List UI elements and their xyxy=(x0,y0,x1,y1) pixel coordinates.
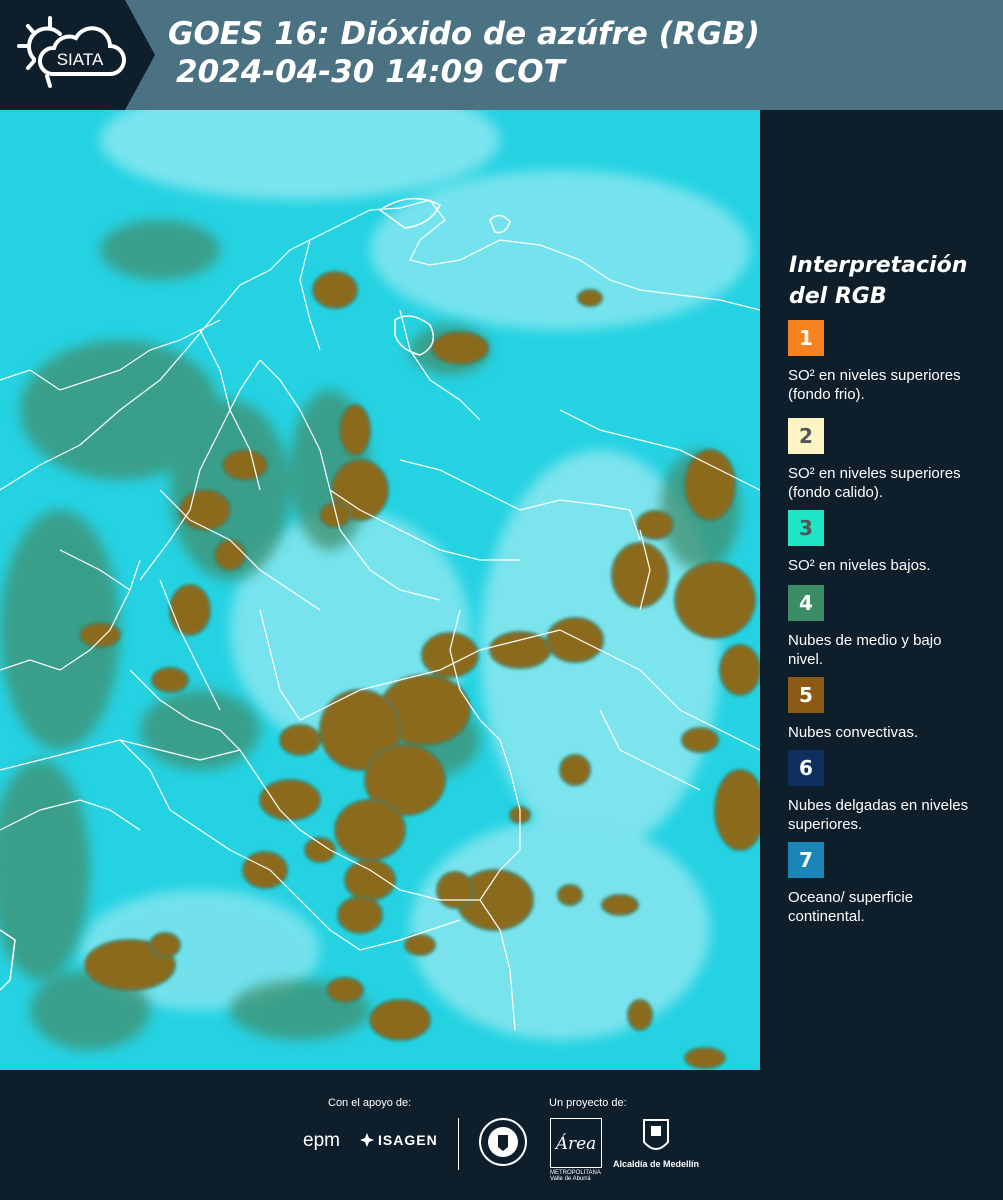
siata-logo[interactable]: SIATA xyxy=(0,0,155,110)
area-metropolitana-logo: Área xyxy=(550,1118,602,1168)
satellite-map[interactable] xyxy=(0,110,760,1070)
alcaldia-crest-icon xyxy=(643,1119,669,1150)
legend-title: Interpretación del RGB xyxy=(789,253,968,309)
legend-label: SO² en niveles bajos. xyxy=(788,557,931,574)
svg-text:Área: Área xyxy=(554,1133,597,1154)
page-title: GOES 16: Dióxido de azúfre (RGB) xyxy=(168,16,760,52)
legend-label: Oceano/ superficie continental. xyxy=(788,889,914,925)
legend-swatch: 3 xyxy=(788,510,824,546)
legend-panel: Interpretación del RGB 1 SO² en niveles … xyxy=(760,110,1003,1070)
sun-cloud-icon: SIATA xyxy=(17,16,126,88)
legend-item-2: 2 SO² en niveles superiores (fondo calid… xyxy=(788,418,988,502)
legend-item-3: 3 SO² en niveles bajos. xyxy=(788,510,988,575)
project-label: Un proyecto de: xyxy=(549,1097,627,1109)
legend-label: Nubes delgadas en niveles superiores. xyxy=(788,797,969,833)
legend-swatch: 6 xyxy=(788,750,824,786)
legend-swatch: 4 xyxy=(788,585,824,621)
legend-swatch: 1 xyxy=(788,320,824,356)
legend-label: SO² en niveles superiores (fondo calido)… xyxy=(788,465,961,501)
isagen-logo: ISAGEN xyxy=(360,1132,438,1148)
footer-divider xyxy=(458,1118,459,1170)
legend-item-6: 6 Nubes delgadas en niveles superiores. xyxy=(788,750,988,834)
legend-label: SO² en niveles superiores (fondo frio). xyxy=(788,367,961,403)
legend-label: Nubes de medio y bajo nivel. xyxy=(788,632,942,668)
legend-item-1: 1 SO² en niveles superiores (fondo frio)… xyxy=(788,320,988,404)
support-label: Con el apoyo de: xyxy=(328,1097,412,1109)
medellin-seal-icon xyxy=(479,1118,527,1166)
area-script-icon: Área xyxy=(554,1133,597,1154)
legend-item-4: 4 Nubes de medio y bajo nivel. xyxy=(788,585,988,669)
legend-swatch: 7 xyxy=(788,842,824,878)
alcaldia-label: Alcaldía de Medellín xyxy=(613,1159,700,1169)
area-subtitle: METROPOLITANA Valle de Aburrá xyxy=(550,1170,601,1182)
footer: Con el apoyo de: Un proyecto de: epm ISA… xyxy=(0,1070,1003,1200)
isagen-icon xyxy=(360,1133,374,1147)
legend-swatch: 5 xyxy=(788,677,824,713)
header-bar: SIATA GOES 16: Dióxido de azúfre (RGB) 2… xyxy=(0,0,1003,110)
svg-text:SIATA: SIATA xyxy=(57,50,104,69)
legend-item-7: 7 Oceano/ superficie continental. xyxy=(788,842,988,926)
epm-logo: epm xyxy=(303,1130,340,1151)
timestamp: 2024-04-30 14:09 COT xyxy=(176,54,565,90)
legend-swatch: 2 xyxy=(788,418,824,454)
legend-item-5: 5 Nubes convectivas. xyxy=(788,677,988,742)
legend-label: Nubes convectivas. xyxy=(788,724,919,741)
